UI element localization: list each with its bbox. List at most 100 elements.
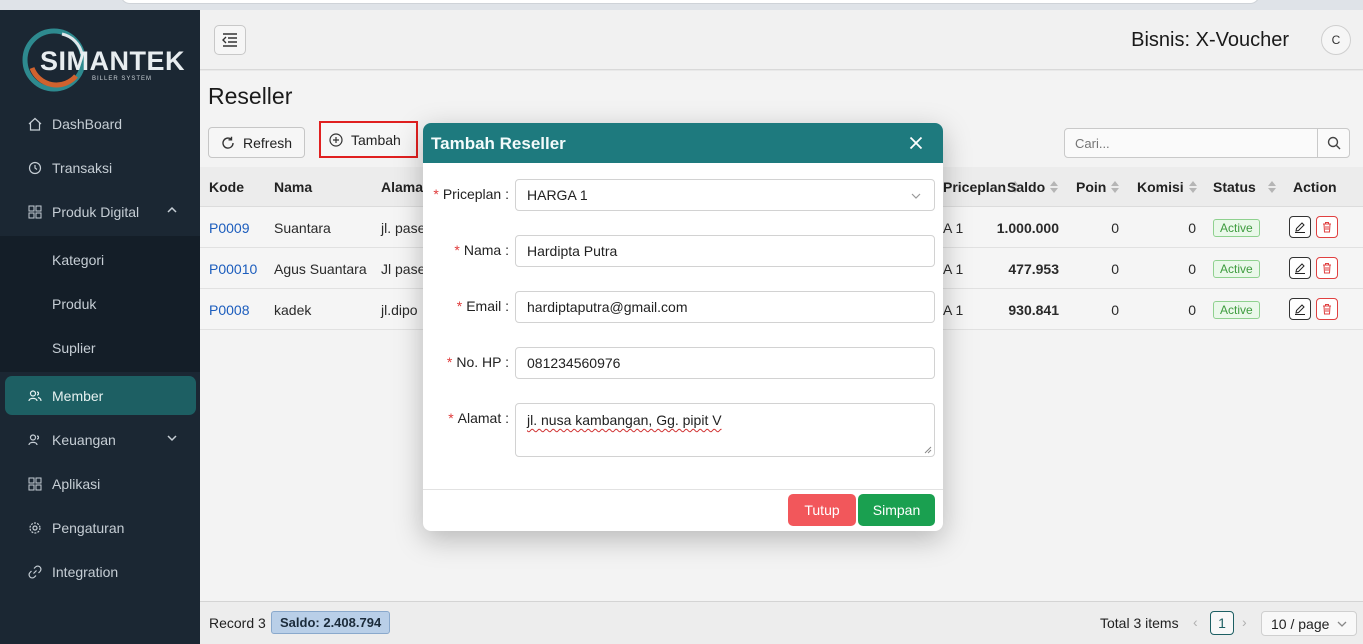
sort-icon [1050, 181, 1059, 193]
simpan-button[interactable]: Simpan [858, 494, 935, 526]
priceplan-select[interactable]: HARGA 1 [515, 179, 935, 211]
column-header-saldo[interactable]: Saldo [1007, 167, 1059, 207]
browser-address-bar[interactable] [120, 0, 1260, 4]
sidebar-item-transaksi[interactable]: Transaksi [0, 146, 200, 190]
saldo-total-badge: Saldo: 2.408.794 [271, 611, 391, 634]
email-field[interactable]: hardiptaputra@gmail.com [515, 291, 935, 323]
users-icon [28, 433, 42, 447]
edit-button[interactable] [1289, 257, 1311, 279]
cell-priceplan: A 1 [943, 219, 964, 236]
hp-field[interactable]: 081234560976 [515, 347, 935, 379]
sort-icon [1188, 181, 1197, 193]
sidebar-item-produk-digital[interactable]: Produk Digital [0, 190, 200, 234]
cell-nama: kadek [274, 301, 312, 318]
cell-alamat: jl.dipo [381, 301, 418, 318]
avatar[interactable]: C [1321, 25, 1351, 55]
cell-alamat: jl. pase [381, 219, 426, 236]
alamat-label: * Alamat : [448, 410, 509, 426]
app-logo[interactable]: SIMANTEK BILLER SYSTEM [22, 26, 185, 96]
grid-icon [28, 205, 42, 219]
sidebar-toggle-button[interactable] [214, 25, 246, 55]
alamat-textarea[interactable]: jl. nusa kambangan, Gg. pipit V [515, 403, 935, 457]
column-header-label: Status [1213, 179, 1256, 195]
top-header: Bisnis: X-Voucher C [200, 10, 1363, 70]
refresh-button[interactable]: Refresh [208, 127, 306, 158]
column-header-label: Komisi [1137, 179, 1184, 195]
cell-kode[interactable]: P0009 [209, 207, 249, 248]
cell-kode[interactable]: P00010 [209, 248, 257, 289]
sidebar-item-label: Pengaturan [52, 520, 125, 536]
sidebar-item-kategori[interactable]: Kategori [0, 238, 200, 282]
trash-icon [1323, 263, 1331, 274]
cell-priceplan: A 1 [943, 260, 964, 277]
sort-icon [1111, 181, 1120, 193]
priceplan-value: HARGA 1 [527, 187, 588, 203]
sidebar-item-label: Suplier [52, 340, 96, 356]
delete-button[interactable] [1316, 216, 1338, 238]
cell-status: Active [1213, 289, 1260, 330]
priceplan-label: * Priceplan : [433, 186, 509, 202]
cell-komisi: 0 [1188, 219, 1196, 236]
modal-title: Tambah Reseller [431, 134, 566, 153]
field-label-text: Alamat [457, 410, 502, 426]
nama-field[interactable]: Hardipta Putra [515, 235, 935, 267]
edit-button[interactable] [1289, 298, 1311, 320]
field-label-text: Priceplan [442, 186, 502, 202]
sidebar-item-label: Produk [52, 296, 97, 312]
sidebar-item-member[interactable]: Member [5, 376, 196, 415]
next-page-icon[interactable]: › [1242, 615, 1252, 629]
column-header-poin[interactable]: Poin [1076, 167, 1120, 207]
sidebar-item-aplikasi[interactable]: Aplikasi [0, 462, 200, 506]
sidebar-item-integration[interactable]: Integration [0, 550, 200, 594]
sidebar: SIMANTEK BILLER SYSTEM DashBoard Transak… [0, 10, 200, 644]
tutup-button[interactable]: Tutup [788, 494, 856, 526]
edit-icon [1295, 263, 1305, 274]
page-size-value: 10 / page [1271, 615, 1330, 632]
chevron-down-icon [911, 193, 921, 199]
required-asterisk: * [454, 242, 460, 258]
logo-subtext: BILLER SYSTEM [92, 76, 153, 82]
required-asterisk: * [456, 298, 463, 314]
edit-icon [1295, 304, 1305, 315]
sidebar-item-keuangan[interactable]: Keuangan [0, 418, 200, 462]
sidebar-item-label: Produk Digital [52, 204, 140, 220]
sidebar-item-label: Aplikasi [52, 476, 101, 492]
column-header-nama[interactable]: Nama [274, 167, 312, 207]
search-input[interactable] [1065, 129, 1319, 157]
tambah-button[interactable]: Tambah [319, 121, 418, 158]
sidebar-item-pengaturan[interactable]: Pengaturan [0, 506, 200, 550]
search-button[interactable] [1317, 129, 1349, 157]
column-header-label: Saldo [1007, 179, 1046, 195]
status-badge: Active [1213, 218, 1260, 237]
business-label: Bisnis: X-Voucher [1131, 29, 1289, 51]
table-footer: Record 3 Saldo: 2.408.794 Total 3 items … [200, 601, 1363, 644]
logo-text: SIMANTEK [40, 46, 185, 76]
menu-fold-icon [222, 33, 237, 47]
sidebar-item-produk[interactable]: Produk [0, 282, 200, 326]
trash-icon [1323, 222, 1331, 233]
column-header-alamat[interactable]: Alamat [381, 167, 428, 207]
field-label-text: Nama [463, 242, 502, 258]
sidebar-item-suplier[interactable]: Suplier [0, 326, 200, 370]
column-header-label: Poin [1076, 179, 1107, 195]
required-asterisk: * [448, 410, 454, 426]
page-number-1[interactable]: 1 [1210, 611, 1234, 635]
edit-button[interactable] [1289, 216, 1311, 238]
delete-button[interactable] [1316, 257, 1338, 279]
resize-handle-icon[interactable] [924, 446, 932, 454]
delete-button[interactable] [1316, 298, 1338, 320]
column-header-komisi[interactable]: Komisi [1137, 167, 1197, 207]
alamat-value: jl. nusa kambangan, Gg. pipit V [527, 412, 722, 428]
prev-page-icon[interactable]: ‹ [1193, 615, 1203, 629]
sidebar-item-label: Kategori [52, 252, 105, 268]
column-header-kode[interactable]: Kode [209, 167, 244, 207]
page-size-select[interactable]: 10 / page [1261, 611, 1357, 636]
cell-kode[interactable]: P0008 [209, 289, 249, 330]
chevron-down-icon [1337, 621, 1347, 627]
cell-status: Active [1213, 207, 1260, 248]
column-header-status[interactable]: Status [1213, 167, 1276, 207]
modal-close-button[interactable] [907, 134, 925, 152]
cell-komisi: 0 [1188, 260, 1196, 277]
users-icon [28, 389, 42, 403]
sidebar-item-dashboard[interactable]: DashBoard [0, 102, 200, 146]
